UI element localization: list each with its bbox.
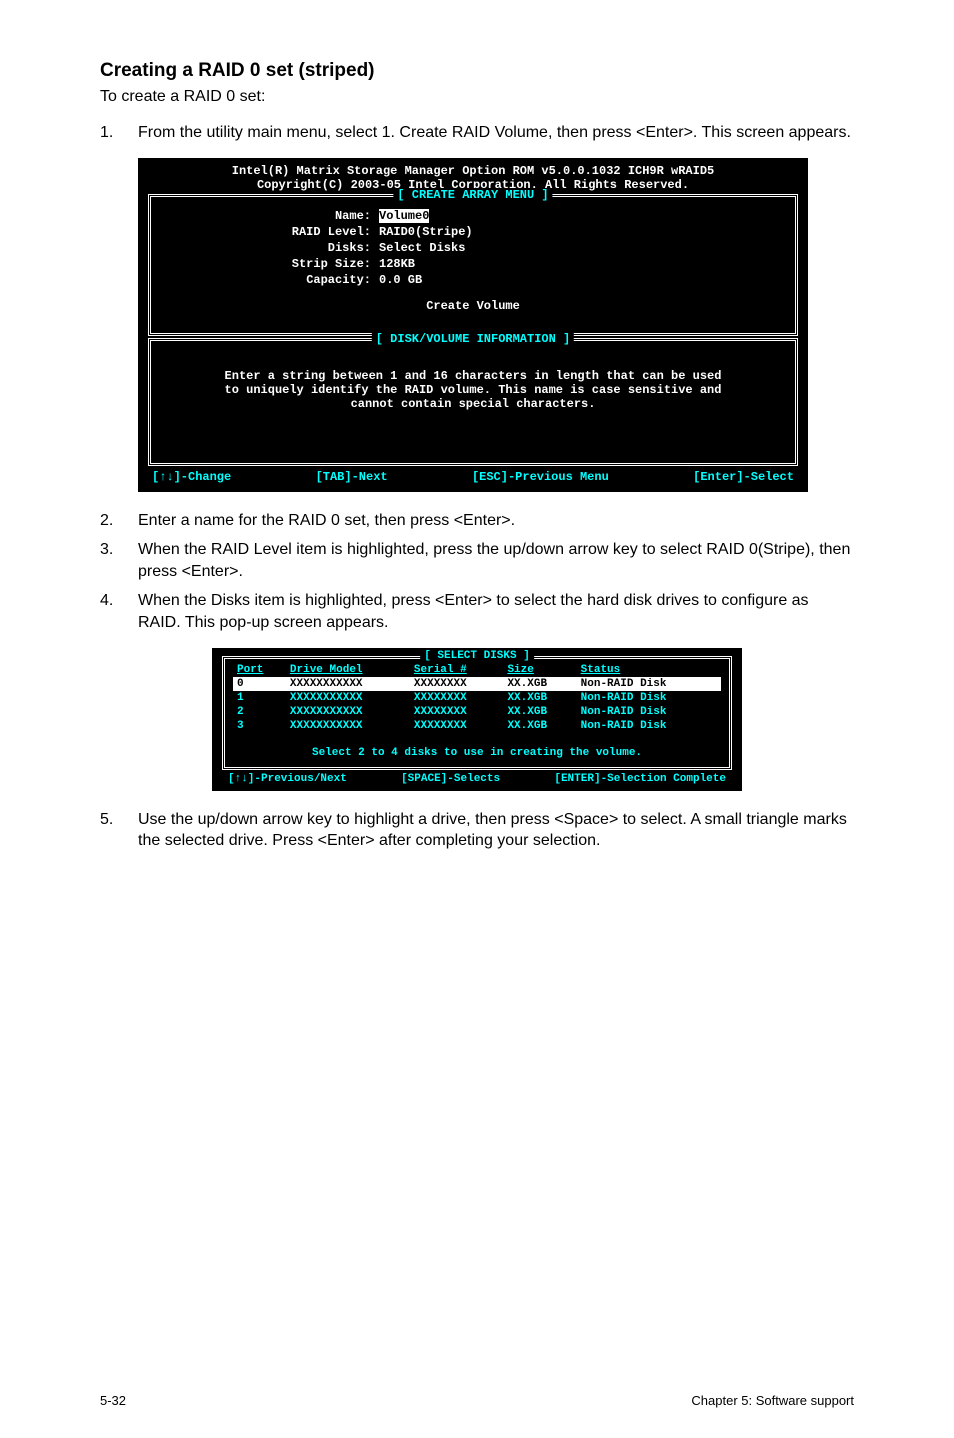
field-raid-level[interactable]: RAID0(Stripe) xyxy=(379,225,787,239)
page-number: 5-32 xyxy=(100,1393,126,1408)
step-text: Use the up/down arrow key to highlight a… xyxy=(138,809,854,852)
info-line-3: cannot contain special characters. xyxy=(159,397,787,411)
step-text: When the RAID Level item is highlighted,… xyxy=(138,539,854,582)
table-row[interactable]: 1XXXXXXXXXXXXXXXXXXXXX.XGBNon-RAID Disk xyxy=(233,691,721,705)
section-heading: Creating a RAID 0 set (striped) xyxy=(100,60,854,82)
hint-change: [↑↓]-Change xyxy=(152,470,231,484)
hint-enter-complete: [ENTER]-Selection Complete xyxy=(554,773,726,785)
create-volume-action[interactable]: Create Volume xyxy=(159,299,787,313)
step-4: 4. When the Disks item is highlighted, p… xyxy=(100,590,854,633)
label-capacity: Capacity: xyxy=(159,273,379,287)
table-cell: 0 xyxy=(233,677,286,691)
step-1: 1. From the utility main menu, select 1.… xyxy=(100,122,854,144)
table-cell: XXXXXXXXXXX xyxy=(286,705,410,719)
col-port: Port xyxy=(233,663,286,677)
table-row[interactable]: 2XXXXXXXXXXXXXXXXXXXXX.XGBNon-RAID Disk xyxy=(233,705,721,719)
select-disks-footer: [↑↓]-Previous/Next [SPACE]-Selects [ENTE… xyxy=(222,772,732,785)
step-text: From the utility main menu, select 1. Cr… xyxy=(138,122,851,144)
label-disks: Disks: xyxy=(159,241,379,255)
label-strip-size: Strip Size: xyxy=(159,257,379,271)
table-cell: XX.XGB xyxy=(503,691,576,705)
table-cell: Non-RAID Disk xyxy=(577,677,721,691)
table-cell: XXXXXXXX xyxy=(410,677,504,691)
hint-select: [Enter]-Select xyxy=(693,470,794,484)
step-2: 2. Enter a name for the RAID 0 set, then… xyxy=(100,510,854,532)
table-row[interactable]: 3XXXXXXXXXXXXXXXXXXXXX.XGBNon-RAID Disk xyxy=(233,719,721,733)
field-strip-size[interactable]: 128KB xyxy=(379,257,787,271)
info-line-1: Enter a string between 1 and 16 characte… xyxy=(159,369,787,383)
step-3: 3. When the RAID Level item is highlight… xyxy=(100,539,854,582)
disks-table: Port Drive Model Serial # Size Status 0X… xyxy=(233,663,721,733)
step-number: 5. xyxy=(100,809,138,852)
col-drive-model: Drive Model xyxy=(286,663,410,677)
col-serial: Serial # xyxy=(410,663,504,677)
page-footer: 5-32 Chapter 5: Software support xyxy=(100,1393,854,1408)
col-status: Status xyxy=(577,663,721,677)
select-disks-title: [ SELECT DISKS ] xyxy=(420,650,534,662)
table-row[interactable]: 0XXXXXXXXXXXXXXXXXXXXX.XGBNon-RAID Disk xyxy=(233,677,721,691)
chapter-title: Chapter 5: Software support xyxy=(691,1393,854,1408)
hint-previous-next: [↑↓]-Previous/Next xyxy=(228,773,347,785)
table-cell: 1 xyxy=(233,691,286,705)
table-cell: XXXXXXXX xyxy=(410,719,504,733)
table-cell: Non-RAID Disk xyxy=(577,691,721,705)
table-cell: XXXXXXXX xyxy=(410,691,504,705)
bios-select-disks-screen: [ SELECT DISKS ] Port Drive Model Serial… xyxy=(212,648,742,791)
step-number: 3. xyxy=(100,539,138,582)
create-array-menu-title: [ CREATE ARRAY MENU ] xyxy=(393,188,552,202)
label-name: Name: xyxy=(159,209,379,223)
bios-title-1: Intel(R) Matrix Storage Manager Option R… xyxy=(148,164,798,178)
table-cell: XXXXXXXXXXX xyxy=(286,719,410,733)
disk-volume-info-box: [ DISK/VOLUME INFORMATION ] Enter a stri… xyxy=(148,338,798,466)
table-cell: 3 xyxy=(233,719,286,733)
field-disks[interactable]: Select Disks xyxy=(379,241,787,255)
hint-previous: [ESC]-Previous Menu xyxy=(472,470,609,484)
step-text: Enter a name for the RAID 0 set, then pr… xyxy=(138,510,515,532)
table-cell: Non-RAID Disk xyxy=(577,719,721,733)
table-cell: Non-RAID Disk xyxy=(577,705,721,719)
info-line-2: to uniquely identify the RAID volume. Th… xyxy=(159,383,787,397)
table-cell: XX.XGB xyxy=(503,705,576,719)
table-cell: XXXXXXXX xyxy=(410,705,504,719)
step-5: 5. Use the up/down arrow key to highligh… xyxy=(100,809,854,852)
hint-next: [TAB]-Next xyxy=(316,470,388,484)
field-capacity[interactable]: 0.0 GB xyxy=(379,273,787,287)
step-number: 1. xyxy=(100,122,138,144)
table-cell: 2 xyxy=(233,705,286,719)
step-number: 2. xyxy=(100,510,138,532)
select-disks-hint: Select 2 to 4 disks to use in creating t… xyxy=(233,747,721,759)
disk-volume-info-title: [ DISK/VOLUME INFORMATION ] xyxy=(372,332,574,346)
col-size: Size xyxy=(503,663,576,677)
step-text: When the Disks item is highlighted, pres… xyxy=(138,590,854,633)
step-number: 4. xyxy=(100,590,138,633)
label-raid-level: RAID Level: xyxy=(159,225,379,239)
key-hints: [↑↓]-Change [TAB]-Next [ESC]-Previous Me… xyxy=(148,468,798,486)
create-array-menu-box: [ CREATE ARRAY MENU ] Name: Volume0 RAID… xyxy=(148,194,798,336)
table-cell: XX.XGB xyxy=(503,677,576,691)
select-disks-box: [ SELECT DISKS ] Port Drive Model Serial… xyxy=(222,656,732,770)
table-cell: XXXXXXXXXXX xyxy=(286,691,410,705)
intro-text: To create a RAID 0 set: xyxy=(100,88,854,106)
hint-space-selects: [SPACE]-Selects xyxy=(401,773,500,785)
table-cell: XXXXXXXXXXX xyxy=(286,677,410,691)
bios-create-array-screen: Intel(R) Matrix Storage Manager Option R… xyxy=(138,158,808,492)
field-name[interactable]: Volume0 xyxy=(379,209,429,223)
table-cell: XX.XGB xyxy=(503,719,576,733)
